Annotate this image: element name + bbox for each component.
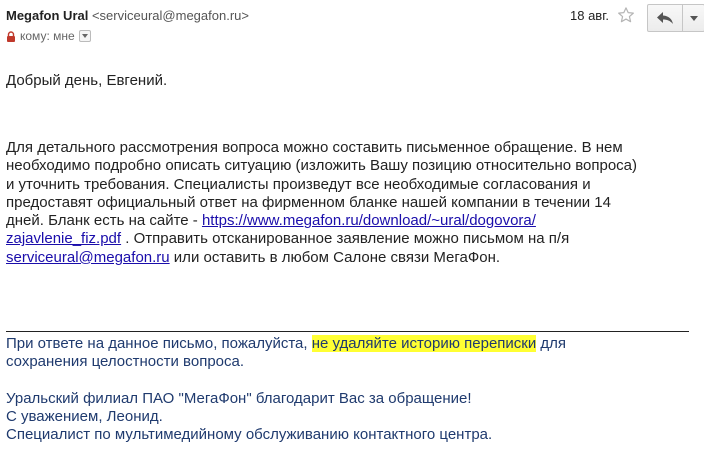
form-download-link[interactable]: https://www.megafon.ru/download/~ural/do… bbox=[202, 212, 536, 229]
signature-text: для bbox=[536, 335, 567, 352]
body-line: и уточнить требования. Специалисты произ… bbox=[6, 175, 591, 193]
message-header: Megafon Ural <serviceural@megafon.ru> ко… bbox=[6, 4, 704, 48]
lock-icon bbox=[6, 30, 16, 42]
body-line: или оставить в любом Салоне связи МегаФо… bbox=[169, 248, 501, 266]
email-link[interactable]: serviceural@megafon.ru bbox=[6, 249, 170, 266]
signature-text: При ответе на данное письмо, пожалуйста, bbox=[6, 335, 312, 352]
more-actions-button[interactable] bbox=[683, 4, 704, 32]
body-line: дней. Бланк есть на сайте - bbox=[6, 212, 202, 230]
signature-divider bbox=[6, 331, 689, 332]
signature-thanks: Уральский филиал ПАО "МегаФон" благодари… bbox=[6, 389, 472, 407]
chevron-down-icon bbox=[81, 34, 88, 38]
reply-button-group bbox=[647, 4, 704, 32]
form-download-link-continued[interactable]: zajavlenie_fiz.pdf bbox=[6, 230, 121, 247]
highlighted-warning: не удаляйте историю переписки bbox=[311, 335, 537, 352]
star-icon[interactable] bbox=[617, 6, 635, 24]
signature-text: сохранения целостности вопроса. bbox=[6, 353, 245, 371]
sender-email: <serviceural@megafon.ru> bbox=[91, 8, 249, 23]
signature-regards: С уважением, Леонид. bbox=[6, 407, 163, 425]
message-date: 18 авг. bbox=[570, 8, 609, 23]
reply-arrow-icon bbox=[657, 12, 673, 24]
recipient-line: кому: мне bbox=[6, 29, 91, 43]
body-line: необходимо подробно описать ситуацию (из… bbox=[6, 157, 638, 175]
sender-name[interactable]: Megafon Ural bbox=[6, 8, 88, 23]
body-line: предоставят официальный ответ на фирменн… bbox=[6, 193, 611, 211]
recipient-details-toggle[interactable] bbox=[78, 30, 91, 42]
reply-button[interactable] bbox=[647, 4, 683, 32]
signature-notice: При ответе на данное письмо, пожалуйста,… bbox=[6, 335, 686, 353]
body-line: . Отправить отсканированное заявление мо… bbox=[121, 230, 570, 248]
message-body: Для детального рассмотрения вопроса можн… bbox=[6, 139, 686, 267]
greeting: Добрый день, Евгений. bbox=[6, 72, 168, 89]
body-line: Для детального рассмотрения вопроса можн… bbox=[6, 139, 623, 156]
sender[interactable]: Megafon Ural <serviceural@megafon.ru> bbox=[6, 8, 249, 23]
signature-role: Специалист по мультимедийному обслуживан… bbox=[6, 426, 493, 444]
signature: При ответе на данное письмо, пожалуйста,… bbox=[6, 335, 686, 444]
caret-down-icon bbox=[689, 15, 698, 21]
recipient-label: кому: мне bbox=[20, 29, 75, 43]
